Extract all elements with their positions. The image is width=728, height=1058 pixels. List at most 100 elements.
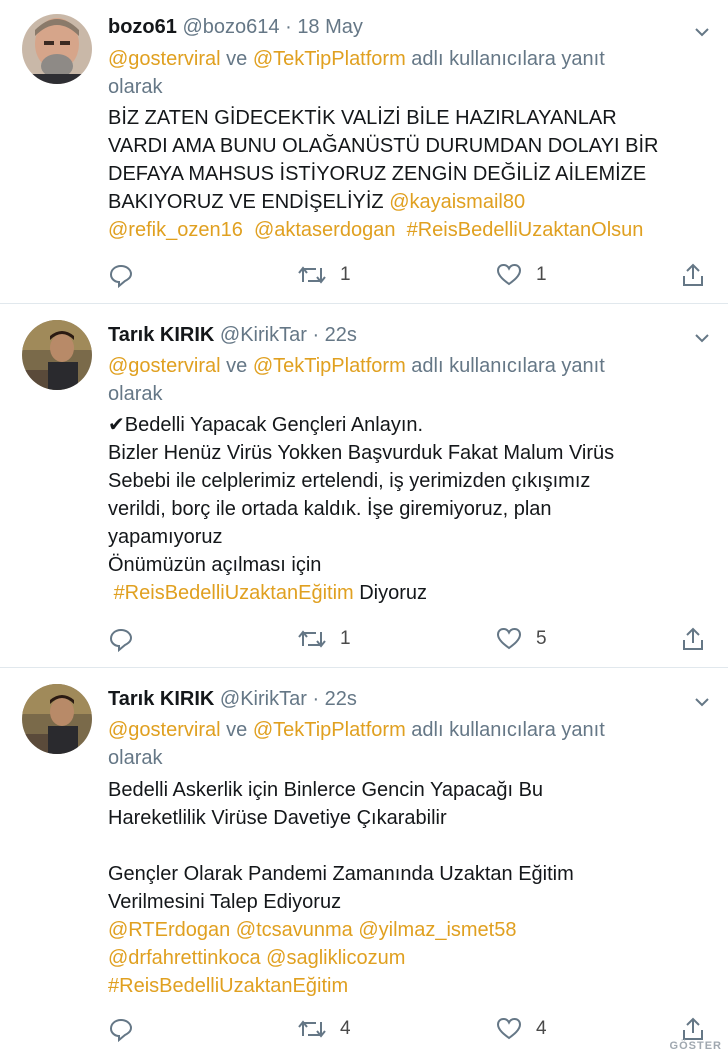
mention-link[interactable]: @gosterviral — [108, 355, 221, 377]
tweet-actions: 1 5 — [106, 624, 706, 654]
text-line: Hareketlilik Virüse Davetiye Çıkarabilir — [108, 807, 447, 829]
like-count: 4 — [536, 1018, 547, 1039]
tweet-header: Tarık KIRIK @KirikTar · 22s — [108, 688, 357, 718]
retweet-count: 4 — [340, 1018, 351, 1039]
text-line: Sebebi ile celplerimiz ertelendi, iş yer… — [108, 470, 591, 492]
caret-down-icon[interactable] — [692, 22, 712, 42]
reply-text: adlı kullanıcılara yanıt — [405, 355, 605, 377]
tweet-3: Tarık KIRIK @KirikTar · 22s @gosterviral… — [0, 668, 728, 1058]
mention-link[interactable]: @kayaismail80 — [389, 191, 525, 213]
separator-dot: · — [285, 16, 292, 38]
tweet-1: bozo61 @bozo614 · 18 May @gosterviral ve… — [0, 0, 728, 303]
like-icon — [496, 263, 522, 286]
watermark: GÖSTER — [669, 1040, 722, 1052]
reply-connector: ve — [220, 719, 253, 741]
user-handle[interactable]: @bozo614 — [182, 16, 279, 38]
share-button[interactable] — [680, 260, 706, 290]
separator-dot: · — [312, 688, 320, 710]
tweet-text: BİZ ZATEN GİDECEKTİK VALİZİ BİLE HAZIRLA… — [108, 104, 708, 244]
timestamp[interactable]: 22s — [325, 688, 357, 710]
tweet-text: Bedelli Askerlik için Binlerce Gencin Ya… — [108, 776, 708, 1000]
mention-link[interactable]: @yilmaz_ismet58 — [358, 919, 516, 941]
tweet-header: Tarık KIRIK @KirikTar · 22s — [108, 324, 357, 354]
text-line: VARDI AMA BUNU OLAĞANÜSTÜ DURUMDAN DOLAY… — [108, 135, 659, 157]
reply-button[interactable] — [108, 260, 134, 290]
mention-link[interactable]: @drfahrettinkoca — [108, 947, 261, 969]
reply-context: @gosterviral ve @TekTipPlatform adlı kul… — [108, 716, 708, 772]
hashtag-link[interactable]: #ReisBedelliUzaktanEğitim — [114, 582, 354, 604]
like-button[interactable]: 4 — [496, 1014, 547, 1044]
share-icon — [683, 1017, 703, 1040]
reply-text: olarak — [108, 76, 163, 98]
avatar[interactable] — [22, 684, 92, 754]
avatar[interactable] — [22, 320, 92, 390]
retweet-icon — [298, 1020, 326, 1038]
text-line: ✔Bedelli Yapacak Gençleri Anlayın. — [108, 414, 424, 436]
mention-link[interactable]: @gosterviral — [108, 48, 221, 70]
text-line: BİZ ZATEN GİDECEKTİK VALİZİ BİLE HAZIRLA… — [108, 107, 617, 129]
mention-link[interactable]: @aktaserdogan — [254, 219, 396, 241]
reply-text: olarak — [108, 747, 163, 769]
user-handle[interactable]: @KirikTar — [220, 688, 307, 710]
mention-link[interactable]: @TekTipPlatform — [253, 48, 406, 70]
mention-link[interactable]: @RTErdogan — [108, 919, 230, 941]
mention-link[interactable]: @TekTipPlatform — [253, 719, 406, 741]
mention-link[interactable]: @TekTipPlatform — [253, 355, 406, 377]
like-button[interactable]: 5 — [496, 624, 547, 654]
display-name[interactable]: Tarık KIRIK — [108, 324, 214, 346]
separator-dot: · — [312, 324, 320, 346]
tweet-2: Tarık KIRIK @KirikTar · 22s @gosterviral… — [0, 304, 728, 667]
tweet-actions: 1 1 — [106, 260, 706, 290]
reply-icon — [109, 264, 133, 288]
reply-button[interactable] — [108, 1014, 134, 1044]
like-count: 5 — [536, 628, 547, 649]
caret-down-icon[interactable] — [692, 692, 712, 712]
like-icon — [496, 1017, 522, 1040]
timestamp[interactable]: 18 May — [297, 16, 363, 38]
retweet-icon — [298, 630, 326, 648]
retweet-count: 1 — [340, 628, 351, 649]
share-icon — [683, 263, 703, 286]
caret-down-icon[interactable] — [692, 328, 712, 348]
mention-link[interactable]: @tcsavunma — [236, 919, 353, 941]
retweet-button[interactable]: 1 — [298, 260, 351, 290]
user-handle[interactable]: @KirikTar — [220, 324, 307, 346]
display-name[interactable]: Tarık KIRIK — [108, 688, 214, 710]
reply-text: adlı kullanıcılara yanıt — [405, 48, 605, 70]
text-line: Önümüzün açılması için — [108, 554, 322, 576]
retweet-count: 1 — [340, 264, 351, 285]
mention-link[interactable]: @refik_ozen16 — [108, 219, 243, 241]
text-line: Diyoruz — [353, 582, 428, 604]
tweet-actions: 4 4 — [106, 1014, 706, 1044]
display-name[interactable]: bozo61 — [108, 16, 177, 38]
text-line: yapamıyoruz — [108, 526, 223, 548]
hashtag-link[interactable]: #ReisBedelliUzaktanEğitim — [108, 975, 348, 997]
hashtag-link[interactable]: #ReisBedelliUzaktanOlsun — [407, 219, 644, 241]
like-icon — [496, 627, 522, 650]
reply-context: @gosterviral ve @TekTipPlatform adlı kul… — [108, 45, 708, 101]
share-icon — [683, 627, 703, 650]
mention-link[interactable]: @gosterviral — [108, 719, 221, 741]
text-line: Verilmesini Talep Ediyoruz — [108, 891, 342, 913]
like-button[interactable]: 1 — [496, 260, 547, 290]
text-line: verildi, borç ile ortada kaldık. İşe gir… — [108, 498, 552, 520]
mention-link[interactable]: @sagliklicozum — [266, 947, 405, 969]
text-line: Bedelli Askerlik için Binlerce Gencin Ya… — [108, 779, 544, 801]
reply-icon — [109, 628, 133, 652]
reply-connector: ve — [220, 355, 253, 377]
avatar[interactable] — [22, 14, 92, 84]
like-count: 1 — [536, 264, 547, 285]
reply-button[interactable] — [108, 624, 134, 654]
tweet-text: ✔Bedelli Yapacak Gençleri Anlayın. Bizle… — [108, 411, 708, 607]
retweet-button[interactable]: 4 — [298, 1014, 351, 1044]
timestamp[interactable]: 22s — [325, 324, 357, 346]
reply-text: adlı kullanıcılara yanıt — [405, 719, 605, 741]
reply-icon — [109, 1018, 133, 1042]
reply-text: olarak — [108, 383, 163, 405]
tweet-header: bozo61 @bozo614 · 18 May — [108, 16, 363, 46]
retweet-button[interactable]: 1 — [298, 624, 351, 654]
share-button[interactable] — [680, 624, 706, 654]
text-line: BAKIYORUZ VE ENDİŞELİYİZ — [108, 191, 390, 213]
text-line: Gençler Olarak Pandemi Zamanında Uzaktan… — [108, 863, 574, 885]
